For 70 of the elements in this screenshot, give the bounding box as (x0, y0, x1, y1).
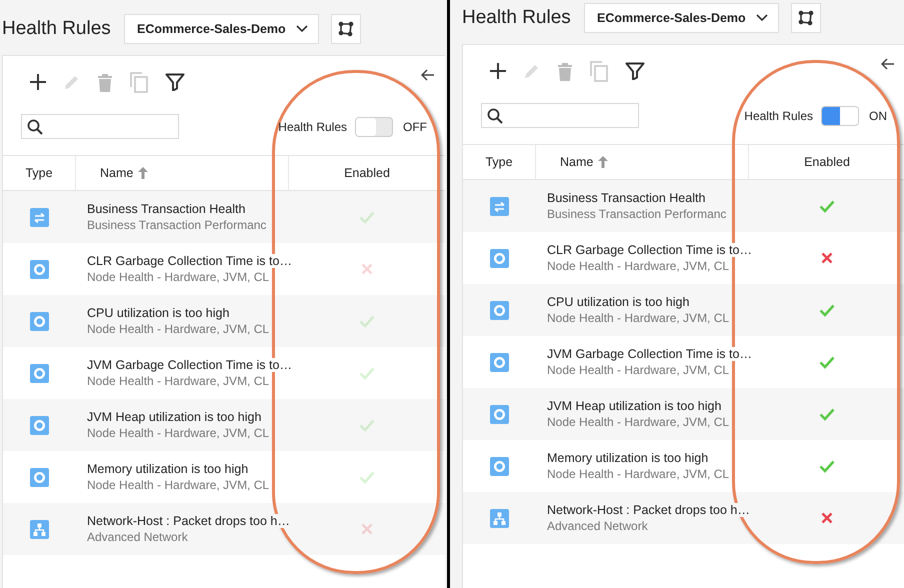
node-ring-icon (30, 312, 48, 330)
network-tree-icon (30, 520, 48, 538)
transaction-arrows-icon (490, 196, 508, 216)
rule-category: Node Health - Hardware, JVM, CL (547, 467, 730, 481)
rule-name[interactable]: CPU utilization is too high (87, 306, 232, 320)
node-ring-icon (490, 404, 508, 424)
rule-category: Node Health - Hardware, JVM, CL (547, 259, 730, 273)
rule-name[interactable]: Business Transaction Health (547, 191, 708, 205)
page-title: Health Rules (462, 7, 572, 29)
rule-name[interactable]: Memory utilization is too high (547, 451, 710, 465)
column-header[interactable]: Name (100, 166, 134, 180)
rule-category: Node Health - Hardware, JVM, CL (87, 426, 270, 440)
node-ring-icon (30, 364, 48, 382)
node-ring-icon (30, 416, 48, 434)
column-header[interactable]: Name (560, 155, 594, 169)
sort-up-icon[interactable] (598, 156, 608, 168)
flow-map-button[interactable] (791, 3, 821, 33)
caret-icon (296, 25, 308, 33)
application-dropdown[interactable]: ECommerce-Sales-Demo (124, 14, 319, 44)
rule-category: Node Health - Hardware, JVM, CL (87, 322, 270, 336)
rule-category: Node Health - Hardware, JVM, CL (87, 270, 270, 284)
rule-category: Business Transaction Performanc (547, 207, 726, 221)
node-ring-icon (30, 468, 48, 486)
add-icon[interactable] (29, 73, 47, 91)
rule-name[interactable]: JVM Heap utilization is too high (547, 399, 724, 413)
search-icon (487, 108, 503, 124)
application-dropdown[interactable]: ECommerce-Sales-Demo (584, 3, 779, 33)
filter-icon[interactable] (625, 62, 645, 80)
add-icon[interactable] (489, 62, 507, 80)
rule-category: Node Health - Hardware, JVM, CL (547, 415, 730, 429)
rule-category: Node Health - Hardware, JVM, CL (547, 363, 730, 377)
toggle-state: ON (869, 108, 887, 122)
flow-map-icon (337, 20, 355, 38)
caret-icon (756, 14, 768, 22)
network-tree-icon (490, 508, 508, 528)
rule-category: Node Health - Hardware, JVM, CL (87, 478, 270, 492)
node-ring-icon (490, 248, 508, 268)
filter-icon[interactable] (165, 73, 185, 91)
column-header[interactable]: Enabled (344, 166, 390, 180)
rule-category: Business Transaction Performanc (87, 218, 266, 232)
flow-map-button[interactable] (331, 14, 361, 44)
toggle-switch[interactable] (355, 116, 393, 136)
rule-category: Advanced Network (547, 519, 648, 533)
rule-name[interactable]: Business Transaction Health (87, 202, 248, 216)
node-ring-icon (490, 456, 508, 476)
node-ring-icon (490, 352, 508, 372)
column-header[interactable]: Type (25, 166, 53, 180)
search-field[interactable] (21, 114, 179, 139)
rule-category: Advanced Network (87, 530, 188, 544)
search-field[interactable] (481, 103, 639, 128)
back-arrow-icon[interactable] (881, 58, 895, 70)
node-ring-icon (490, 300, 508, 320)
toggle-label: Health Rules (278, 120, 347, 134)
column-header[interactable]: Enabled (804, 155, 850, 169)
transaction-arrows-icon (30, 208, 48, 226)
search-icon (27, 118, 43, 134)
node-ring-icon (30, 260, 48, 278)
rule-name[interactable]: JVM Heap utilization is too high (87, 410, 264, 424)
rule-name[interactable]: CPU utilization is too high (547, 295, 692, 309)
flow-map-icon (797, 9, 815, 27)
back-arrow-icon[interactable] (421, 69, 435, 81)
toggle-state: OFF (403, 120, 427, 134)
toggle-switch[interactable] (821, 106, 859, 126)
rule-name[interactable]: Memory utilization is too high (87, 462, 250, 476)
page-title: Health Rules (2, 18, 112, 40)
column-header[interactable]: Type (485, 155, 513, 169)
rule-category: Node Health - Hardware, JVM, CL (87, 374, 270, 388)
rule-category: Node Health - Hardware, JVM, CL (547, 311, 730, 325)
toggle-label: Health Rules (744, 108, 813, 122)
sort-up-icon[interactable] (138, 167, 148, 179)
